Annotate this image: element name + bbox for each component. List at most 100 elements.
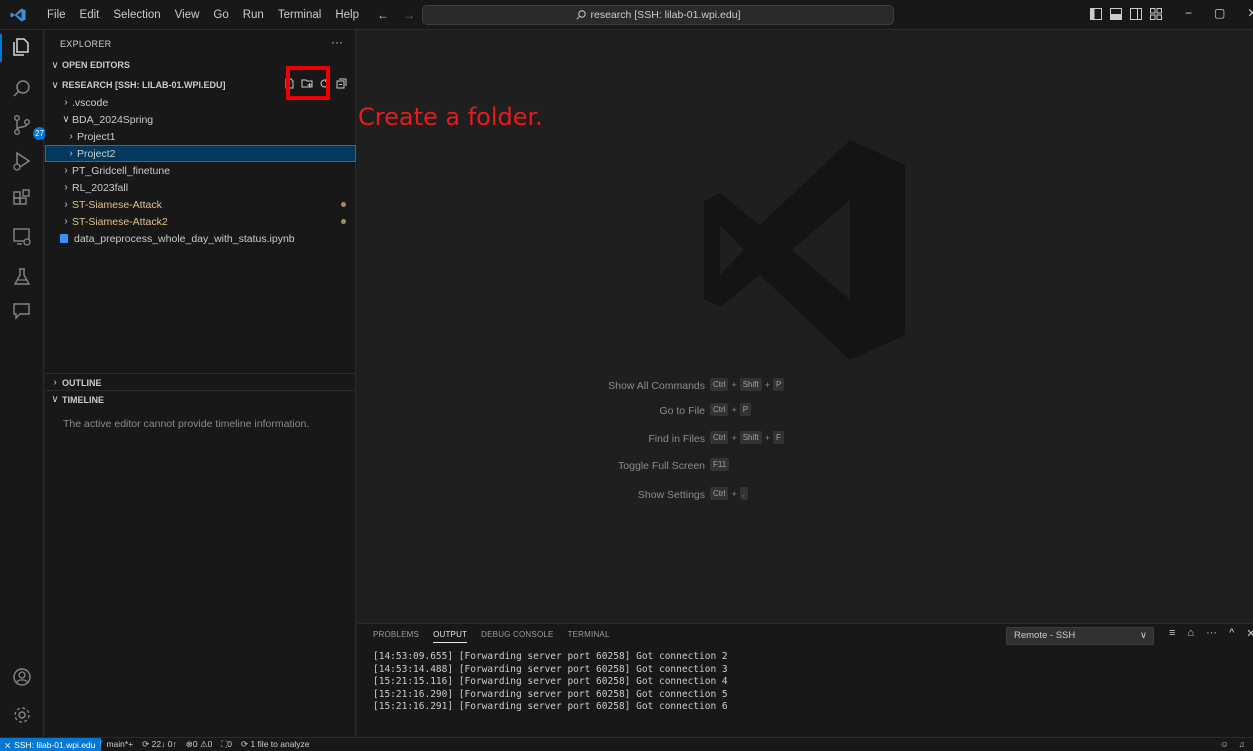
sync-label: 22↓ 0↑	[151, 739, 177, 749]
panel-actions: ≡ ⌂ ··· ^ ✕	[1169, 627, 1253, 640]
maximize-panel-icon[interactable]: ^	[1229, 627, 1234, 640]
chevron-down-icon: ∨	[1140, 630, 1147, 641]
forward-arrow-icon[interactable]: →	[403, 8, 415, 22]
testing-icon[interactable]	[11, 266, 33, 288]
tree-item-label: PT_Gridcell_finetune	[72, 164, 171, 177]
tree-item-label: RL_2023fall	[72, 181, 129, 194]
tab-problems[interactable]: PROBLEMS	[373, 630, 419, 643]
shortcut-toggle-full-screen[interactable]: Toggle Full Screen F11	[570, 458, 970, 476]
copilot-icon[interactable]: ☺	[1220, 739, 1229, 749]
warning-count: 0	[207, 739, 213, 749]
shortcut-show-settings[interactable]: Show Settings Ctrl + ,	[570, 487, 970, 505]
log-line: [14:53:09.655] [Forwarding server port 6…	[373, 651, 728, 662]
branch-status[interactable]: ᚴ main*+	[99, 739, 133, 750]
tree-item-pt-gridcell-finetune[interactable]: › PT_Gridcell_finetune	[45, 162, 356, 179]
source-control-item[interactable]: 27	[11, 114, 46, 140]
menu-selection[interactable]: Selection	[106, 9, 167, 21]
minimize-icon[interactable]: −	[1185, 6, 1192, 20]
tree-item-notebook-file[interactable]: data_preprocess_whole_day_with_status.ip…	[45, 230, 356, 247]
output-channel-select[interactable]: Remote - SSH ∨	[1006, 627, 1154, 645]
key: P	[773, 378, 785, 391]
analyze-status[interactable]: ⟳ 1 file to analyze	[241, 739, 310, 750]
lock-scroll-icon[interactable]: ⌂	[1187, 627, 1194, 640]
tree-item-project1[interactable]: › Project1	[45, 128, 356, 145]
close-panel-icon[interactable]: ✕	[1246, 627, 1253, 640]
timeline-header[interactable]: ∨ TIMELINE	[45, 390, 356, 408]
remote-explorer-icon[interactable]	[11, 226, 33, 248]
shortcut-keys: Ctrl + P	[710, 403, 752, 416]
collapse-all-icon[interactable]	[336, 78, 347, 89]
word-wrap-icon[interactable]: ≡	[1169, 627, 1175, 640]
notifications-icon[interactable]: ♫	[1239, 739, 1245, 749]
close-icon[interactable]: ✕	[1247, 6, 1253, 20]
restore-icon[interactable]: ▢	[1214, 6, 1225, 20]
plus-sign: +	[731, 379, 737, 390]
customize-layout-icon[interactable]	[1150, 8, 1162, 20]
chat-icon[interactable]	[11, 300, 33, 322]
toggle-panel-icon[interactable]	[1110, 8, 1122, 20]
tree-item-st-siamese-attack2[interactable]: › ST-Siamese-Attack2	[45, 213, 356, 230]
menu-file[interactable]: File	[40, 9, 73, 21]
modified-dot	[341, 219, 346, 224]
shortcut-show-all-commands[interactable]: Show All Commands Ctrl + Shift + P	[570, 378, 970, 396]
toggle-secondary-sidebar-icon[interactable]	[1130, 8, 1142, 20]
key: Ctrl	[710, 403, 729, 416]
tree-item-label: data_preprocess_whole_day_with_status.ip…	[74, 232, 295, 245]
explorer-icon[interactable]	[11, 36, 33, 58]
tab-output[interactable]: OUTPUT	[433, 630, 468, 643]
sidebar-title: EXPLORER	[60, 39, 112, 49]
analyze-label: 1 file to analyze	[250, 739, 310, 749]
toggle-primary-sidebar-icon[interactable]	[1090, 8, 1102, 20]
shortcut-go-to-file[interactable]: Go to File Ctrl + P	[570, 403, 970, 421]
menu-view[interactable]: View	[168, 9, 207, 21]
title-bar: File Edit Selection View Go Run Terminal…	[0, 0, 1253, 30]
tree-item-rl-2023fall[interactable]: › RL_2023fall	[45, 179, 356, 196]
open-editors-label: OPEN EDITORS	[62, 60, 130, 70]
tree-item-project2[interactable]: › Project2	[45, 145, 356, 162]
timeline-message: The active editor cannot provide timelin…	[63, 418, 310, 430]
search-icon[interactable]	[11, 78, 33, 100]
notebook-file-icon	[60, 234, 68, 243]
remote-indicator[interactable]: ⨯ SSH: lilab-01.wpi.edu	[0, 738, 102, 751]
output-channel-value: Remote - SSH	[1014, 630, 1076, 641]
outline-header[interactable]: › OUTLINE	[45, 373, 356, 391]
sync-status[interactable]: ⟳ 22↓ 0↑	[142, 739, 177, 750]
tree-item-st-siamese-attack[interactable]: › ST-Siamese-Attack	[45, 196, 356, 213]
tree-item-label: ST-Siamese-Attack	[72, 198, 162, 211]
tree-item-label: ST-Siamese-Attack2	[72, 215, 168, 228]
tab-terminal[interactable]: TERMINAL	[568, 630, 610, 643]
shortcut-keys: Ctrl + ,	[710, 487, 748, 500]
menu-terminal[interactable]: Terminal	[271, 9, 328, 21]
menu-bar: File Edit Selection View Go Run Terminal…	[40, 0, 366, 30]
extensions-icon[interactable]	[11, 188, 33, 210]
shortcut-label: Find in Files	[648, 433, 705, 445]
key: Ctrl	[710, 487, 729, 500]
manage-gear-icon[interactable]	[11, 704, 33, 726]
tree-item-bda-2024spring[interactable]: ∨ BDA_2024Spring	[45, 111, 356, 128]
run-debug-icon[interactable]	[11, 150, 33, 172]
workspace-label: RESEARCH [SSH: LILAB-01.WPI.EDU]	[62, 80, 226, 90]
menu-go[interactable]: Go	[206, 9, 235, 21]
problems-status[interactable]: ⊗0 ⚠0	[186, 739, 213, 750]
error-count: 0	[192, 739, 198, 749]
tree-item-label: .vscode	[72, 96, 109, 109]
tab-debug-console[interactable]: DEBUG CONSOLE	[481, 630, 553, 643]
tree-item-label: Project1	[77, 130, 116, 143]
more-actions-icon[interactable]: ···	[331, 35, 343, 49]
menu-edit[interactable]: Edit	[73, 9, 107, 21]
chevron-right-icon: ›	[64, 165, 68, 176]
menu-help[interactable]: Help	[328, 9, 366, 21]
menu-run[interactable]: Run	[236, 9, 271, 21]
shortcut-find-in-files[interactable]: Find in Files Ctrl + Shift + F	[570, 431, 970, 449]
more-actions-icon[interactable]: ···	[1206, 627, 1217, 640]
explorer-sidebar: EXPLORER ··· ∨ OPEN EDITORS ∨ RESEARCH […	[45, 30, 356, 737]
chevron-right-icon: ›	[69, 148, 73, 159]
accounts-icon[interactable]	[11, 666, 33, 688]
command-center[interactable]: research [SSH: lilab-01.wpi.edu]	[422, 5, 894, 25]
shortcut-keys: Ctrl + Shift + P	[710, 378, 785, 391]
ports-status[interactable]: ⛶0	[221, 739, 232, 750]
shortcut-label: Toggle Full Screen	[618, 460, 705, 472]
chevron-right-icon: ›	[64, 97, 68, 108]
chevron-down-icon: ∨	[51, 394, 59, 405]
back-arrow-icon[interactable]: ←	[377, 8, 389, 22]
